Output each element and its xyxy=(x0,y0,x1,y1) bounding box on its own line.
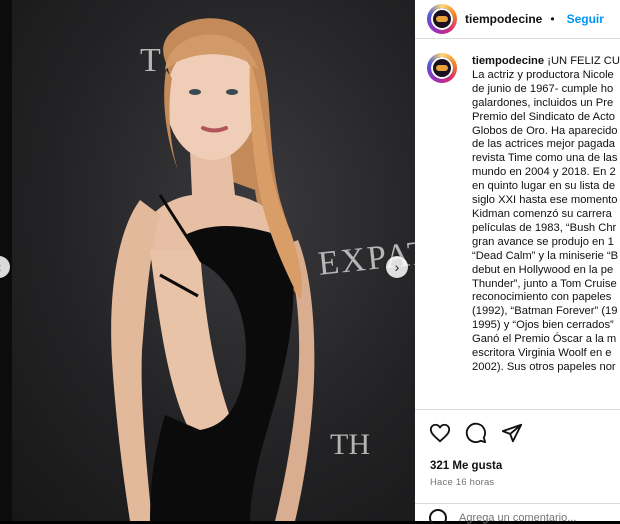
figure-illustration xyxy=(111,18,315,521)
caption-line: Kidman comenzó su carrera xyxy=(472,207,612,220)
caption-line: de las actrices mejor pagada xyxy=(472,138,616,151)
caption-line: (1992), “Batman Forever” (19 xyxy=(472,305,618,318)
caption-line: 1995) y “Ojos bien cerrados” xyxy=(472,319,614,332)
caption-line: “Dead Calm” y la miniserie “B xyxy=(472,249,619,262)
caption-line: Thunder”, junto a Tom Cruise xyxy=(472,277,617,290)
caption-line: escritora Virginia Woolf en e xyxy=(472,347,612,360)
caption-text: tiempodecine ¡UN FELIZ CU La actriz y pr… xyxy=(472,55,620,375)
caption-line: en quinto lugar en su lista de xyxy=(472,180,616,193)
caption-line: películas de 1983, “Bush Chr xyxy=(472,221,617,234)
caption-line: ¡UN FELIZ CU xyxy=(547,55,620,67)
separator-dot: • xyxy=(550,12,555,26)
caption-username[interactable]: tiempodecine xyxy=(472,55,544,67)
caption-scroll-area[interactable]: tiempodecine ¡UN FELIZ CU La actriz y pr… xyxy=(415,45,620,409)
username-link[interactable]: tiempodecine xyxy=(465,12,542,26)
comment-input[interactable] xyxy=(459,512,609,524)
caption-line: galardones, incluidos un Pre xyxy=(472,96,614,109)
caption-line: debut en Hollywood en la pe xyxy=(472,263,614,276)
comment-icon[interactable] xyxy=(465,422,487,444)
chevron-right-icon[interactable]: › xyxy=(386,256,408,278)
heart-icon[interactable] xyxy=(429,422,451,444)
caption-line: mundo en 2004 y 2018. En 2 xyxy=(472,166,616,179)
caption-line: Globos de Oro. Ha aparecido xyxy=(472,124,618,137)
caption-line: La actriz y productora Nicole xyxy=(472,68,614,81)
post-actions: 321 Me gusta Hace 16 horas xyxy=(415,409,620,524)
action-icons xyxy=(429,422,523,444)
send-icon[interactable] xyxy=(501,422,523,444)
follow-button[interactable]: Seguir xyxy=(567,12,604,26)
likes-count[interactable]: 321 Me gusta xyxy=(430,460,502,472)
caption-line: Premio del Sindicato de Acto xyxy=(472,110,616,123)
caption-line: revista Time como una de las xyxy=(472,152,618,165)
post-timestamp[interactable]: Hace 16 horas xyxy=(430,477,494,488)
emoji-icon[interactable] xyxy=(429,509,447,524)
caption-line: gran avance se produjo en 1 xyxy=(472,235,614,248)
caption-line: reconocimiento con papeles xyxy=(472,291,612,304)
caption-line: siglo XXI hasta ese momento xyxy=(472,194,618,207)
post-photo[interactable]: T EXPAT TH › ‹ xyxy=(0,0,415,521)
post-header: tiempodecine • Seguir xyxy=(415,0,620,39)
avatar[interactable] xyxy=(427,53,457,83)
caption-line: Ganó el Premio Óscar a la m xyxy=(472,333,617,346)
avatar[interactable] xyxy=(427,4,457,34)
caption-line: 2002). Sus otros papeles nor xyxy=(472,360,616,373)
post-sidebar: tiempodecine • Seguir tiempodecine ¡UN F… xyxy=(415,0,620,524)
caption-line: de junio de 1967- cumple ho xyxy=(472,82,614,95)
